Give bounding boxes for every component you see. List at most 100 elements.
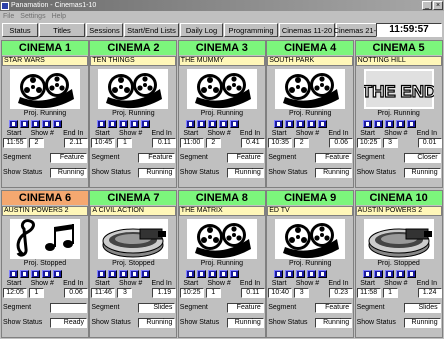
titles-button[interactable]: Titles bbox=[39, 23, 85, 37]
show-status-field[interactable]: Running bbox=[226, 318, 264, 328]
show-status-field[interactable]: Running bbox=[403, 168, 441, 178]
cinema-name[interactable]: CINEMA 10 bbox=[355, 191, 442, 205]
start-time-field[interactable]: 10:35 bbox=[268, 138, 293, 148]
minimize-button[interactable]: _ bbox=[422, 1, 432, 10]
rewind-button[interactable] bbox=[20, 270, 29, 278]
pause-button[interactable] bbox=[141, 270, 151, 278]
rewind-button[interactable] bbox=[373, 120, 383, 128]
rewind-button[interactable] bbox=[285, 270, 295, 278]
menu-settings[interactable]: Settings bbox=[20, 13, 45, 20]
show-number-field[interactable]: 1 bbox=[382, 288, 398, 298]
stop-button[interactable] bbox=[185, 120, 195, 128]
cinema-name[interactable]: CINEMA 3 bbox=[178, 41, 265, 55]
start-time-field[interactable]: 11:46 bbox=[91, 288, 116, 298]
rewind-button[interactable] bbox=[108, 120, 118, 128]
forward-button[interactable] bbox=[207, 120, 217, 128]
start-time-field[interactable]: 10:25 bbox=[356, 138, 381, 148]
pause-button[interactable] bbox=[318, 120, 328, 128]
show-number-field[interactable]: 2 bbox=[294, 138, 310, 148]
stop-button[interactable] bbox=[97, 120, 107, 128]
rewind-button[interactable] bbox=[196, 120, 206, 128]
forward-button[interactable] bbox=[384, 270, 394, 278]
forward-button[interactable] bbox=[119, 270, 129, 278]
close-button[interactable]: × bbox=[433, 1, 443, 10]
show-status-field[interactable]: Running bbox=[403, 318, 441, 328]
segment-field[interactable]: Feature bbox=[226, 153, 264, 163]
rewind-button[interactable] bbox=[196, 270, 206, 278]
cinema-name[interactable]: CINEMA 5 bbox=[355, 41, 442, 55]
forward-button[interactable] bbox=[207, 270, 217, 278]
end-in-field[interactable]: 0.23 bbox=[329, 288, 354, 298]
segment-field[interactable]: Closer bbox=[403, 153, 441, 163]
show-number-field[interactable]: 1 bbox=[117, 138, 133, 148]
pause-button[interactable] bbox=[53, 270, 62, 278]
forward-button[interactable] bbox=[296, 120, 306, 128]
start-time-field[interactable]: 10:25 bbox=[179, 288, 204, 298]
forward-button[interactable] bbox=[384, 120, 394, 128]
start-time-field[interactable]: 11:58 bbox=[356, 288, 381, 298]
start-time-field[interactable]: 11:00 bbox=[179, 138, 204, 148]
stop-button[interactable] bbox=[274, 270, 284, 278]
stop-button[interactable] bbox=[9, 120, 18, 128]
end-in-field[interactable]: 2.11 bbox=[64, 138, 88, 148]
pause-button[interactable] bbox=[406, 270, 416, 278]
sessions-button[interactable]: Sessions bbox=[86, 23, 123, 37]
start-time-field[interactable]: 10:45 bbox=[91, 138, 116, 148]
end-in-field[interactable]: 0.41 bbox=[240, 138, 265, 148]
stop-button[interactable] bbox=[274, 120, 284, 128]
status-button[interactable]: Status bbox=[2, 23, 38, 37]
show-number-field[interactable]: 3 bbox=[117, 288, 133, 298]
show-status-field[interactable]: Ready bbox=[50, 318, 87, 328]
show-number-field[interactable]: 3 bbox=[382, 138, 398, 148]
play-button[interactable] bbox=[130, 120, 140, 128]
segment-field[interactable]: Feature bbox=[226, 303, 264, 313]
play-button[interactable] bbox=[307, 120, 317, 128]
show-number-field[interactable]: 3 bbox=[294, 288, 310, 298]
end-in-field[interactable]: 0.11 bbox=[152, 138, 177, 148]
pause-button[interactable] bbox=[406, 120, 416, 128]
start-time-field[interactable]: 10:40 bbox=[268, 288, 293, 298]
segment-field[interactable]: Feature bbox=[138, 153, 176, 163]
play-button[interactable] bbox=[307, 270, 317, 278]
show-status-field[interactable]: Running bbox=[315, 168, 353, 178]
play-button[interactable] bbox=[42, 270, 51, 278]
cinema-name[interactable]: CINEMA 8 bbox=[178, 191, 265, 205]
play-button[interactable] bbox=[42, 120, 51, 128]
cinema-name[interactable]: CINEMA 6 bbox=[2, 191, 88, 205]
daily-log-button[interactable]: Daily Log bbox=[180, 23, 223, 37]
forward-button[interactable] bbox=[31, 120, 40, 128]
menu-help[interactable]: Help bbox=[52, 13, 66, 20]
pause-button[interactable] bbox=[229, 120, 239, 128]
end-in-field[interactable]: 0.11 bbox=[240, 288, 265, 298]
start-time-field[interactable]: 11:55 bbox=[3, 138, 27, 148]
forward-button[interactable] bbox=[296, 270, 306, 278]
show-status-field[interactable]: Running bbox=[50, 168, 87, 178]
start-end-lists-button[interactable]: Start/End Lists bbox=[124, 23, 179, 37]
play-button[interactable] bbox=[395, 120, 405, 128]
forward-button[interactable] bbox=[119, 120, 129, 128]
stop-button[interactable] bbox=[9, 270, 18, 278]
show-number-field[interactable]: 2 bbox=[205, 138, 221, 148]
stop-button[interactable] bbox=[97, 270, 107, 278]
end-in-field[interactable]: 1.24 bbox=[417, 288, 442, 298]
programming-button[interactable]: Programming bbox=[224, 23, 278, 37]
rewind-button[interactable] bbox=[373, 270, 383, 278]
end-in-field[interactable]: 0.01 bbox=[417, 138, 442, 148]
end-in-field[interactable]: 1.19 bbox=[152, 288, 177, 298]
cinema-name[interactable]: CINEMA 2 bbox=[90, 41, 177, 55]
pause-button[interactable] bbox=[53, 120, 62, 128]
show-status-field[interactable]: Running bbox=[138, 318, 176, 328]
show-status-field[interactable]: Running bbox=[138, 168, 176, 178]
rewind-button[interactable] bbox=[108, 270, 118, 278]
cinema-name[interactable]: CINEMA 1 bbox=[2, 41, 88, 55]
show-status-field[interactable]: Running bbox=[226, 168, 264, 178]
pause-button[interactable] bbox=[229, 270, 239, 278]
cinema-name[interactable]: CINEMA 4 bbox=[267, 41, 354, 55]
forward-button[interactable] bbox=[31, 270, 40, 278]
end-in-field[interactable]: 0.06 bbox=[329, 138, 354, 148]
menu-file[interactable]: File bbox=[3, 13, 14, 20]
segment-field[interactable]: Feature bbox=[315, 153, 353, 163]
play-button[interactable] bbox=[395, 270, 405, 278]
stop-button[interactable] bbox=[362, 270, 372, 278]
play-button[interactable] bbox=[218, 120, 228, 128]
